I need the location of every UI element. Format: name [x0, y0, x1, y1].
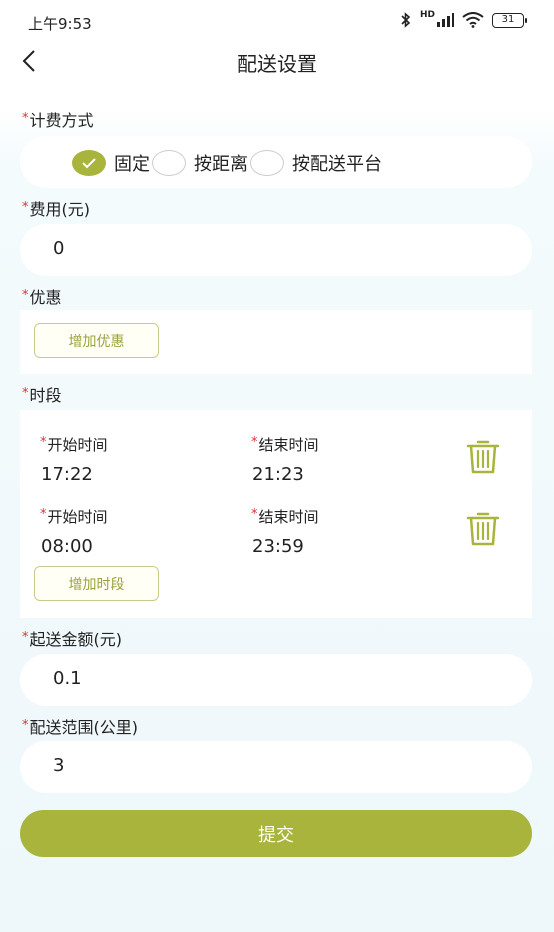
nav-bar: 配送设置 [0, 42, 554, 82]
periods-label-text: 时段 [29, 386, 62, 405]
min-amount-label: *起送金额(元) [22, 626, 122, 650]
status-icons: HD 31 [400, 10, 527, 28]
bluetooth-icon [401, 12, 411, 28]
submit-button[interactable]: 提交 [20, 810, 532, 857]
delivery-range-value: 3 [53, 755, 65, 776]
radio-by-platform[interactable] [250, 150, 284, 176]
end-time-label-text: 结束时间 [258, 436, 319, 454]
required-mark: * [40, 507, 47, 522]
delivery-range-label: *配送范围(公里) [22, 714, 138, 738]
trash-icon[interactable] [466, 510, 500, 546]
billing-method-group: 固定 按距离 按配送平台 [20, 136, 532, 188]
fee-label-text: 费用(元) [29, 200, 91, 219]
trash-icon[interactable] [466, 438, 500, 474]
required-mark: * [40, 435, 47, 450]
end-time-label: *结束时间 [251, 506, 319, 527]
billing-method-label-text: 计费方式 [29, 111, 94, 130]
start-time-value[interactable]: 08:00 [41, 536, 93, 557]
start-time-label: *开始时间 [40, 434, 108, 455]
required-mark: * [251, 507, 258, 522]
periods-label: *时段 [22, 382, 62, 406]
required-mark: * [22, 288, 29, 303]
status-bar: 上午9:53 HD 31 [0, 0, 554, 42]
required-mark: * [22, 111, 29, 126]
add-period-button[interactable]: 增加时段 [34, 566, 159, 601]
discount-label-text: 优惠 [29, 288, 62, 307]
required-mark: * [22, 386, 29, 401]
required-mark: * [22, 630, 29, 645]
discount-panel: 增加优惠 [20, 310, 532, 374]
required-mark: * [22, 200, 29, 215]
billing-radio-row: 固定 按距离 按配送平台 [72, 150, 382, 176]
page-title: 配送设置 [237, 52, 317, 76]
min-amount-input[interactable]: 0.1 [20, 654, 532, 706]
radio-by-distance-label[interactable]: 按距离 [194, 150, 248, 176]
delivery-range-label-text: 配送范围(公里) [29, 718, 139, 737]
fee-input[interactable]: 0 [20, 224, 532, 276]
radio-fixed[interactable] [72, 150, 106, 176]
end-time-label: *结束时间 [251, 434, 319, 455]
required-mark: * [22, 718, 29, 733]
min-amount-value: 0.1 [53, 668, 82, 689]
add-discount-button[interactable]: 增加优惠 [34, 323, 159, 358]
end-time-value[interactable]: 23:59 [252, 536, 304, 557]
wifi-icon [462, 12, 484, 28]
network-type: HD [419, 10, 435, 20]
status-time: 上午9:53 [28, 15, 92, 33]
start-time-label-text: 开始时间 [47, 508, 108, 526]
start-time-label: *开始时间 [40, 506, 108, 527]
delivery-range-input[interactable]: 3 [20, 741, 532, 793]
end-time-value[interactable]: 21:23 [252, 464, 304, 485]
settings-form: *计费方式 固定 按距离 按配送平台 *费用(元) 0 *优惠 增加优惠 *时段 [0, 82, 554, 932]
fee-value: 0 [53, 238, 65, 259]
signal-icon [437, 13, 454, 27]
min-amount-label-text: 起送金额(元) [29, 630, 123, 649]
start-time-label-text: 开始时间 [47, 436, 108, 454]
billing-method-label: *计费方式 [22, 107, 94, 131]
periods-panel: *开始时间 17:22 *结束时间 21:23 *开始时间 08:00 *结束时… [20, 410, 532, 618]
end-time-label-text: 结束时间 [258, 508, 319, 526]
fee-label: *费用(元) [22, 196, 90, 220]
discount-label: *优惠 [22, 284, 62, 308]
battery-icon: 31 [492, 12, 527, 28]
checkmark-icon [82, 158, 96, 169]
radio-fixed-label[interactable]: 固定 [114, 150, 150, 176]
radio-by-distance[interactable] [152, 150, 186, 176]
required-mark: * [251, 435, 258, 450]
start-time-value[interactable]: 17:22 [41, 464, 93, 485]
radio-by-platform-label[interactable]: 按配送平台 [292, 150, 382, 176]
